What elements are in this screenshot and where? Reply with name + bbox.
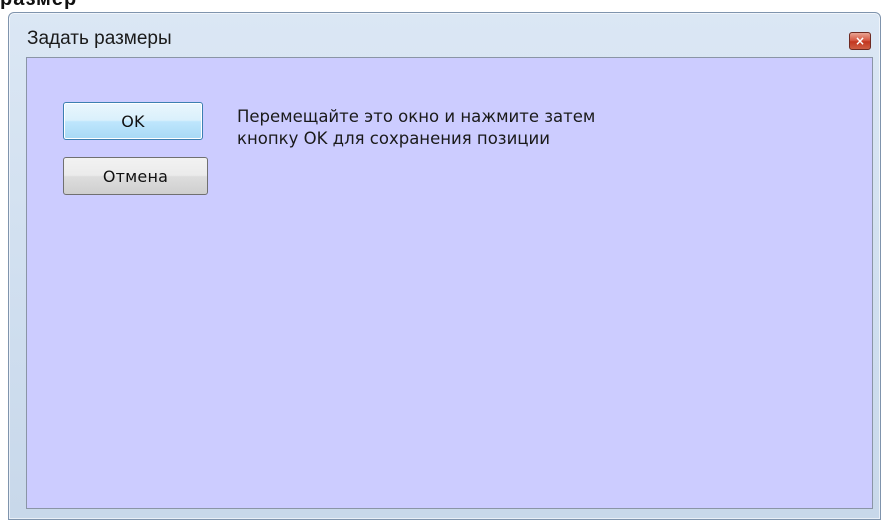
screen: размер Задать размеры × OK Отмена Переме… [0,0,881,520]
instruction-line-1: Перемещайте это окно и нажмите затем [237,107,596,126]
instruction-line-2: кнопку OK для сохранения позиции [237,129,550,148]
close-button[interactable]: × [849,32,871,50]
close-icon: × [854,34,866,48]
dialog-title: Задать размеры [27,28,172,49]
cancel-button[interactable]: Отмена [63,157,208,195]
dialog-client-area: OK Отмена Перемещайте это окно и нажмите… [26,57,873,509]
instruction-message: Перемещайте это окно и нажмите затем кно… [237,106,717,150]
set-size-dialog[interactable]: Задать размеры × OK Отмена Перемещайте э… [8,12,881,520]
ok-button[interactable]: OK [63,102,203,140]
dialog-titlebar[interactable]: Задать размеры × [9,13,880,57]
background-heading-fragment: размер [0,0,77,11]
